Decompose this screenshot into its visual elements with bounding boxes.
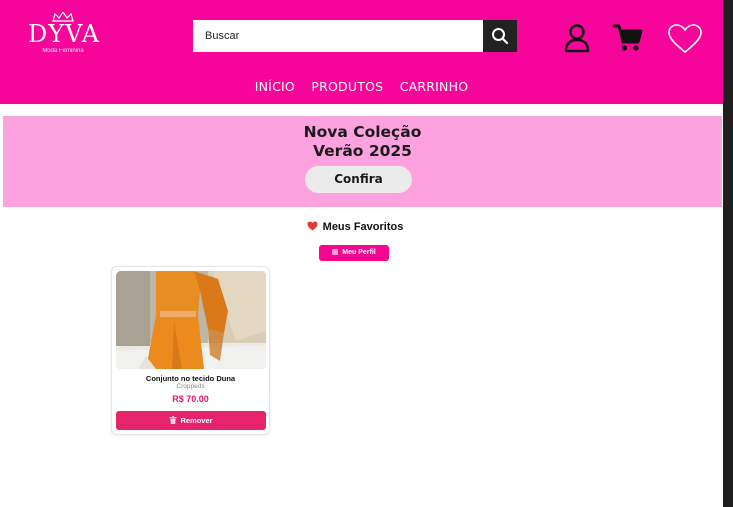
favorites-button[interactable] [667, 23, 703, 55]
heart-icon [668, 24, 702, 54]
banner-title-line2: Verão 2025 [313, 142, 412, 160]
page: DYVA Moda Feminina Buscar INÍCIO PRODUTO… [0, 0, 723, 507]
brand-logo[interactable]: DYVA Moda Feminina [28, 12, 101, 58]
search-button[interactable] [483, 20, 517, 52]
nav-carrinho[interactable]: CARRINHO [400, 79, 469, 94]
brand-name: DYVA [28, 20, 101, 48]
cart-button[interactable] [612, 22, 644, 54]
favorites-heading: Meus Favoritos [0, 221, 710, 233]
user-icon [564, 24, 590, 53]
banner-title: Nova Coleção Verão 2025 [3, 123, 722, 161]
banner-title-line1: Nova Coleção [303, 123, 422, 141]
nav-inicio[interactable]: INÍCIO [255, 79, 295, 94]
brand-tagline: Moda Feminina [42, 48, 84, 54]
search-bar [193, 20, 517, 52]
search-input[interactable] [193, 20, 483, 52]
profile-icon [332, 249, 339, 255]
confira-button[interactable]: Confira [305, 166, 412, 193]
promo-banner: Nova Coleção Verão 2025 Confira [3, 116, 722, 207]
product-image[interactable] [116, 271, 266, 369]
favorites-title: Meus Favoritos [322, 221, 404, 233]
trash-icon [169, 416, 177, 424]
my-profile-button[interactable]: Meu Perfil [319, 245, 389, 261]
window-edge [723, 0, 733, 507]
site-header: DYVA Moda Feminina Buscar INÍCIO PRODUTO… [0, 0, 723, 104]
product-card: Conjunto no tecido Duna Croppeds R$ 70.0… [111, 266, 270, 435]
nav-produtos[interactable]: PRODUTOS [311, 79, 383, 94]
product-name[interactable]: Conjunto no tecido Duna [112, 374, 269, 383]
my-profile-label: Meu Perfil [342, 249, 376, 256]
user-account-button[interactable] [563, 23, 591, 53]
main-nav: INÍCIO PRODUTOS CARRINHO [0, 78, 723, 96]
remove-button[interactable]: Remover [116, 411, 266, 430]
product-photo [116, 271, 266, 369]
product-price: R$ 70.00 [172, 394, 209, 404]
remove-label: Remover [180, 416, 213, 425]
cart-icon [612, 24, 643, 51]
search-icon [492, 28, 509, 45]
heart-icon [307, 221, 318, 231]
product-category: Croppeds [176, 383, 205, 390]
